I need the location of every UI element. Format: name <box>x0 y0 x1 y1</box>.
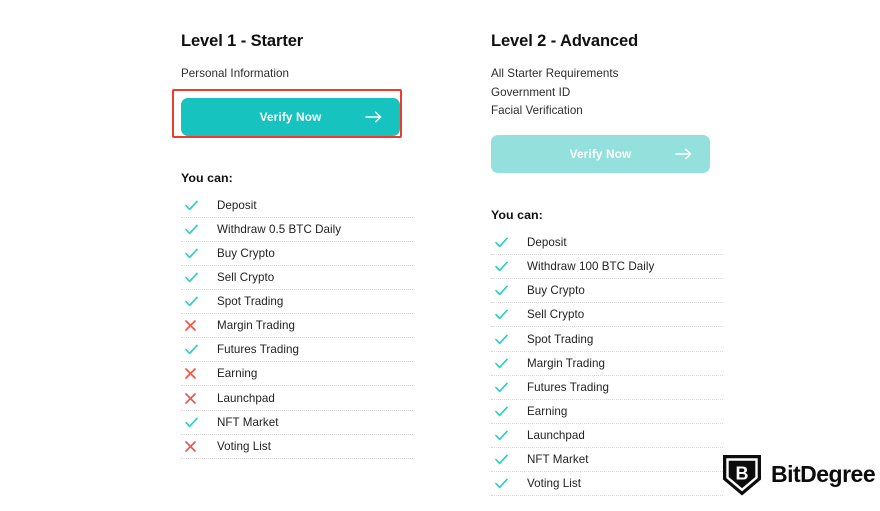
feature-row: Withdraw 100 BTC Daily <box>491 255 723 280</box>
check-icon <box>491 478 527 489</box>
feature-row: Margin Trading <box>181 314 413 339</box>
cross-icon <box>181 440 217 452</box>
feature-row: Launchpad <box>181 386 413 411</box>
feature-row: Buy Crypto <box>181 242 413 266</box>
feature-label: Spot Trading <box>217 295 284 309</box>
level-2-verify-now-button[interactable]: Verify Now <box>491 135 710 174</box>
level-1-requirements: Personal Information <box>181 65 491 84</box>
feature-label: Voting List <box>217 439 272 453</box>
requirement-item: All Starter Requirements <box>491 67 619 80</box>
check-icon <box>491 406 527 417</box>
feature-row: NFT Market <box>181 411 413 435</box>
check-icon <box>181 296 217 307</box>
feature-label: Voting List <box>527 477 582 491</box>
kyc-levels-panel: Level 1 - Starter Personal Information V… <box>0 0 880 511</box>
check-icon <box>181 417 217 428</box>
feature-label: Futures Trading <box>527 380 609 394</box>
feature-row: Spot Trading <box>181 290 413 315</box>
check-icon <box>181 248 217 259</box>
feature-row: NFT Market <box>491 448 723 473</box>
level-2-column: Level 2 - Advanced All Starter Requireme… <box>491 0 801 497</box>
feature-row: Sell Crypto <box>491 303 723 328</box>
requirement-item: Personal Information <box>181 67 289 80</box>
check-icon <box>181 272 217 283</box>
feature-label: Margin Trading <box>527 356 606 370</box>
feature-row: Deposit <box>181 194 413 218</box>
check-icon <box>491 454 527 465</box>
check-icon <box>491 237 527 248</box>
feature-label: Launchpad <box>527 428 585 442</box>
cross-icon <box>181 392 217 404</box>
check-icon <box>491 430 527 441</box>
bitdegree-watermark: B BitDegree <box>720 452 880 498</box>
feature-label: Buy Crypto <box>527 284 585 298</box>
check-icon <box>491 382 527 393</box>
feature-label: NFT Market <box>527 453 589 466</box>
level-1-feature-list: Deposit Withdraw 0.5 BTC Daily Buy Crypto S… <box>181 194 413 459</box>
arrow-right-icon <box>675 147 693 161</box>
check-icon <box>181 200 217 211</box>
level-2-feature-list: Deposit Withdraw 100 BTC Daily Buy Crypto S… <box>491 231 723 497</box>
feature-row: Futures Trading <box>181 338 413 363</box>
level-1-title: Level 1 - Starter <box>181 32 304 50</box>
feature-row: Spot Trading <box>491 327 723 352</box>
feature-label: Earning <box>527 404 568 418</box>
feature-label: Sell Crypto <box>527 308 585 322</box>
levels-columns: Level 1 - Starter Personal Information V… <box>0 0 880 497</box>
level-1-verify-now-label: Verify Now <box>259 109 322 124</box>
feature-row: Sell Crypto <box>181 266 413 291</box>
feature-label: Withdraw 0.5 BTC Daily <box>217 222 342 236</box>
feature-label: NFT Market <box>217 415 279 429</box>
level-2-verify-now-label: Verify Now <box>569 147 632 162</box>
bitdegree-shield-icon: B <box>720 452 764 498</box>
feature-label: Deposit <box>527 236 567 250</box>
feature-label: Withdraw 100 BTC Daily <box>527 260 655 274</box>
feature-row: Voting List <box>491 472 723 497</box>
check-icon <box>181 344 217 355</box>
level-2-button-wrap: Verify Now <box>491 135 801 187</box>
feature-label: Spot Trading <box>527 332 594 346</box>
level-1-verify-now-button[interactable]: Verify Now <box>181 97 400 136</box>
feature-row: Margin Trading <box>491 352 723 376</box>
cross-icon <box>181 320 217 332</box>
check-icon <box>491 358 527 369</box>
check-icon <box>491 309 527 320</box>
feature-label: Buy Crypto <box>217 246 275 260</box>
feature-row: Voting List <box>181 435 413 459</box>
level-2-title: Level 2 - Advanced <box>491 32 639 50</box>
check-icon <box>181 224 217 235</box>
requirement-item: Government ID <box>491 85 571 99</box>
level-1-you-can-label: You can: <box>181 170 233 185</box>
feature-label: Margin Trading <box>217 319 296 333</box>
check-icon <box>491 261 527 272</box>
feature-row: Deposit <box>491 231 723 256</box>
feature-label: Earning <box>217 367 258 381</box>
level-1-column: Level 1 - Starter Personal Information V… <box>172 0 491 496</box>
feature-row: Buy Crypto <box>491 279 723 304</box>
requirement-item: Facial Verification <box>491 104 583 118</box>
cross-icon <box>181 368 217 380</box>
feature-label: Sell Crypto <box>217 271 275 285</box>
arrow-right-icon <box>365 110 383 124</box>
check-icon <box>491 285 527 296</box>
feature-row: Withdraw 0.5 BTC Daily <box>181 218 413 242</box>
feature-row: Launchpad <box>491 424 723 448</box>
bitdegree-wordmark: BitDegree <box>770 460 880 490</box>
level-2-requirements: All Starter Requirements Government ID F… <box>491 65 801 121</box>
feature-label: Launchpad <box>217 391 275 405</box>
check-icon <box>491 334 527 345</box>
level-1-button-wrap: Verify Now <box>172 88 491 150</box>
feature-label: Deposit <box>217 198 257 212</box>
feature-row: Futures Trading <box>491 376 723 400</box>
feature-row: Earning <box>181 362 413 387</box>
feature-row: Earning <box>491 400 723 424</box>
feature-label: Futures Trading <box>217 343 299 357</box>
svg-text:B: B <box>736 464 749 484</box>
svg-text:BitDegree: BitDegree <box>771 461 875 487</box>
level-2-you-can-label: You can: <box>491 208 543 223</box>
